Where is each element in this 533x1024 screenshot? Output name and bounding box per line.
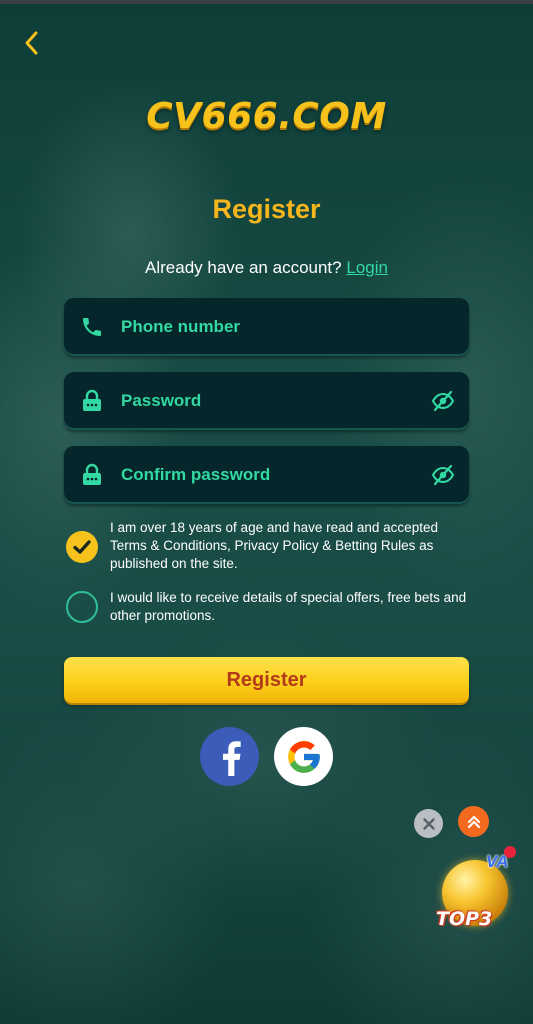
login-prompt-text: Already have an account? [145,258,342,277]
chevron-left-icon [25,31,38,55]
page-title: Register [212,194,321,224]
register-button[interactable]: Register [64,657,469,703]
facebook-icon [222,740,241,776]
eye-off-icon[interactable] [431,463,455,487]
google-login-button[interactable] [274,727,333,786]
phone-field[interactable]: Phone number [64,298,469,356]
age-terms-checkbox[interactable] [66,531,98,563]
lock-icon [83,389,101,411]
promo-label: TOP3 [436,908,493,930]
notification-dot [504,846,516,858]
site-logo: CV666.COM [146,96,387,137]
top3-promo-widget[interactable]: VA TOP3 [432,846,522,942]
close-icon [422,817,435,830]
promotions-checkbox[interactable] [66,591,98,623]
login-prompt: Already have an account? Login [0,258,533,278]
age-terms-text: I am over 18 years of age and have read … [110,520,438,571]
google-icon [287,740,320,773]
confirm-password-field[interactable]: Confirm password [64,446,469,504]
login-link[interactable]: Login [346,258,388,277]
password-placeholder: Password [121,391,202,410]
phone-placeholder: Phone number [121,317,241,336]
checkmark-icon [73,540,91,554]
lock-icon [83,463,101,485]
double-chevron-up-icon [467,815,480,828]
close-float-button[interactable] [414,809,443,838]
facebook-login-button[interactable] [200,727,259,786]
scroll-top-button[interactable] [458,806,489,837]
phone-icon [83,318,101,336]
password-field[interactable]: Password [64,372,469,430]
back-button[interactable] [14,26,48,60]
eye-off-icon[interactable] [431,389,455,413]
promotions-text: I would like to receive details of speci… [110,590,467,623]
confirm-password-placeholder: Confirm password [121,465,271,484]
